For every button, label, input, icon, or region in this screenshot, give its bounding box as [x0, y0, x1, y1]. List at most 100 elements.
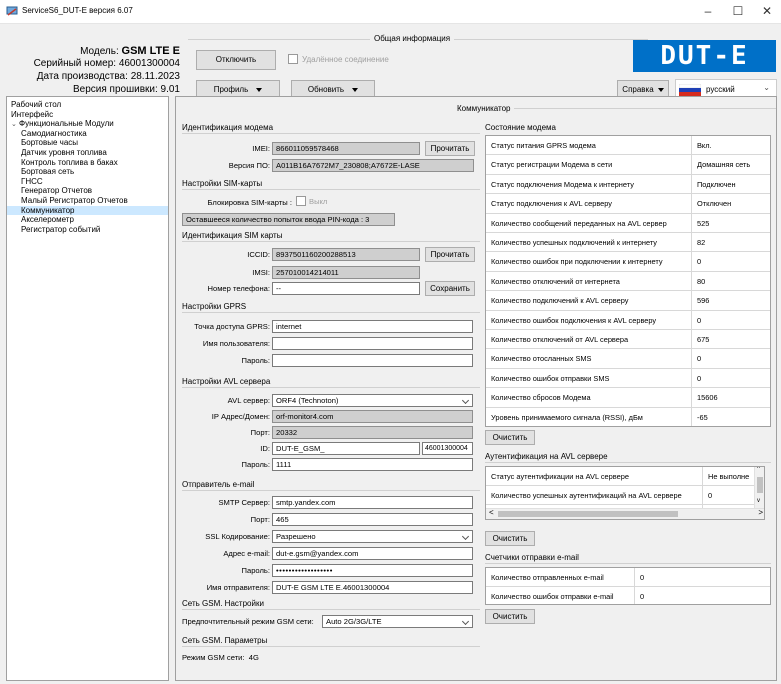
clear-avl-auth-button[interactable]: Очистить [485, 531, 535, 546]
email-counter-row: Количество отправленных e-mail 0 [486, 568, 770, 587]
modem-state-row: Статус подключения Модема к интернету Под… [486, 174, 770, 195]
email-password-field[interactable]: •••••••••••••••••• [272, 564, 473, 577]
group-divider [182, 189, 480, 190]
smtp-label: SMTP Сервер: [218, 498, 270, 507]
chevron-down-icon [657, 87, 664, 92]
modem-state-name-cell: Количество ошибок при подключении к инте… [491, 257, 663, 267]
apn-label: Точка доступа GPRS: [194, 322, 270, 331]
modem-state-value-cell: Домашняя сеть [691, 155, 770, 175]
gsm-settings-title: Сеть GSM. Настройки [182, 599, 264, 608]
id-field[interactable]: DUT-E_GSM_ [272, 442, 420, 455]
gprs-password-field[interactable] [272, 354, 473, 367]
pin-attempts-field: Оставшееся количество попыток ввода PIN-… [182, 213, 395, 226]
clear-email-counters-button[interactable]: Очистить [485, 609, 535, 624]
sim-lock-box[interactable] [296, 196, 306, 206]
maximize-button[interactable]: ☐ [726, 2, 750, 20]
tree-item[interactable]: Датчик уровня топлива [7, 148, 168, 158]
modem-state-value-cell: 0 [691, 349, 770, 369]
tree-item[interactable]: ГНСС [7, 177, 168, 187]
tree-item-label: Датчик уровня топлива [21, 147, 107, 157]
email-address-label: Адрес e-mail: [223, 549, 270, 558]
tree-item[interactable]: Контроль топлива в баках [7, 158, 168, 168]
tree-item[interactable]: Рабочий стол [7, 100, 168, 110]
tree-item-label: Бортовая сеть [21, 167, 75, 177]
modem-state-value-cell: 82 [691, 233, 770, 253]
modem-state-name-cell: Уровень принимаемого сигнала (RSSI), дБм [491, 412, 643, 422]
modem-state-row: Уровень принимаемого сигнала (RSSI), дБм… [486, 407, 770, 426]
smtp-field[interactable]: smtp.yandex.com [272, 496, 473, 509]
avl-auth-name-cell: Статус аутентификации на AVL сервере [491, 472, 629, 481]
tree-item[interactable]: Интерфейс [7, 110, 168, 120]
auth-horizontal-scrollbar[interactable]: < > [486, 508, 764, 519]
help-label: Справка [622, 85, 654, 94]
scrollbar-thumb[interactable] [498, 511, 678, 517]
group-divider [182, 133, 480, 134]
read-imei-button[interactable]: Прочитать [425, 141, 475, 156]
group-divider [182, 609, 480, 610]
tree-item[interactable]: Бортовая сеть [7, 167, 168, 177]
tree-item[interactable]: Бортовые часы [7, 138, 168, 148]
scroll-up-icon[interactable]: ^ [757, 467, 760, 472]
sim-lock-checkbox[interactable]: Выкл [296, 196, 327, 206]
avl-server-select[interactable]: ORF4 (Technoton) [272, 394, 473, 407]
iccid-label: ICCID: [247, 250, 270, 259]
remote-checkbox-box[interactable] [288, 54, 298, 64]
remote-connection-label: Удалённое соединение [302, 54, 389, 64]
disconnect-button[interactable]: Отключить [196, 50, 276, 70]
minimize-button[interactable]: – [696, 2, 720, 20]
scroll-right-icon[interactable]: > [758, 508, 763, 517]
username-label: Имя пользователя: [202, 339, 270, 348]
phone-field[interactable]: -- [272, 282, 420, 295]
modem-state-name-cell: Количество отключений от AVL сервера [491, 335, 629, 344]
sender-name-field[interactable]: DUT-E GSM LTE E.46001300004 [272, 581, 473, 594]
scroll-left-icon[interactable]: < [489, 508, 494, 517]
read-iccid-button[interactable]: Прочитать [425, 247, 475, 262]
chevron-down-icon: ⌄ [763, 83, 770, 92]
close-button[interactable]: ✕ [755, 2, 779, 20]
avl-auth-value-cell: 0 [702, 486, 754, 505]
tree-item[interactable]: Регистратор событий [7, 225, 168, 235]
modem-state-name-cell: Статус подключения к AVL серверу [491, 199, 612, 209]
avl-port-field: 20332 [272, 426, 473, 439]
group-divider [182, 646, 480, 647]
email-port-field[interactable]: 465 [272, 513, 473, 526]
tree-item-label: Регистратор событий [21, 224, 101, 234]
tree-expander-icon[interactable]: ⌄ [11, 120, 19, 130]
group-divider [182, 312, 480, 313]
tree-item[interactable]: ⌄ Функциональные Модули [7, 119, 168, 129]
remote-connection-checkbox[interactable]: Удалённое соединение [288, 54, 389, 64]
tree-item[interactable]: Малый Регистратор Отчетов [7, 196, 168, 206]
scrollbar-thumb[interactable] [757, 477, 763, 493]
avl-auth-table: Статус аутентификации на AVL сервере Не в… [485, 466, 765, 520]
modem-state-row: Количество отосланных SMS 0 [486, 349, 770, 369]
tree-item[interactable]: Самодиагностика [7, 129, 168, 139]
group-divider [182, 241, 480, 242]
ssl-select[interactable]: Разрешено [272, 530, 473, 543]
modem-state-value-cell: 0 [691, 252, 770, 272]
imei-label: IMEI: [252, 144, 270, 153]
tree-item[interactable]: Акселерометр [7, 215, 168, 225]
tree-item[interactable]: Генератор Отчетов [7, 186, 168, 196]
imsi-field: 257010014214011 [272, 266, 420, 279]
modem-state-value-cell: 675 [691, 330, 770, 350]
email-address-field[interactable]: dut-e.gsm@yandex.com [272, 547, 473, 560]
app-icon [6, 6, 18, 16]
avl-password-field[interactable]: 1111 [272, 458, 473, 471]
gsm-mode-select[interactable]: Auto 2G/3G/LTE [322, 615, 473, 628]
auth-vertical-scrollbar[interactable]: ^ v [754, 467, 764, 509]
avl-auth-title: Аутентификация на AVL сервере [485, 452, 608, 461]
apn-field[interactable]: internet [272, 320, 473, 333]
modem-state-row: Количество успешных подключений к интерн… [486, 233, 770, 253]
tree-item[interactable]: Коммуникатор [7, 205, 168, 216]
clear-modem-state-button[interactable]: Очистить [485, 430, 535, 445]
scroll-down-icon[interactable]: v [757, 498, 760, 504]
gsm-params-title: Сеть GSM. Параметры [182, 636, 268, 645]
firmware-value: 9.01 [160, 84, 180, 95]
tree-item-label: Малый Регистратор Отчетов [21, 195, 128, 205]
chevron-down-icon [461, 532, 470, 541]
email-counters-title: Счетчики отправки e-mail [485, 553, 579, 562]
avl-auth-value-cell: Не выполне [702, 467, 754, 486]
username-field[interactable] [272, 337, 473, 350]
avl-auth-row: Количество успешных аутентификаций на AV… [486, 486, 754, 505]
save-phone-button[interactable]: Сохранить [425, 281, 475, 296]
